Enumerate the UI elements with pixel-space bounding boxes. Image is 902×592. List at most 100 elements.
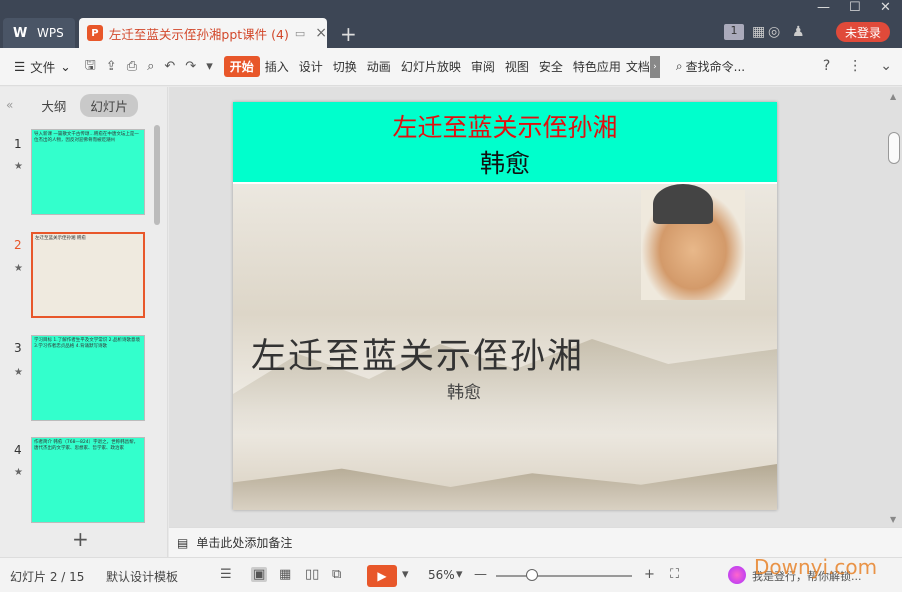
ribbon-scroll-right-icon[interactable]: ›: [649, 55, 660, 78]
wps-home-tab[interactable]: W WPS: [3, 18, 75, 48]
zoom-dropdown-icon[interactable]: ▾: [456, 567, 463, 582]
find-command-label: 查找命令...: [685, 60, 746, 74]
watermark-text: Downyi.com: [754, 555, 878, 579]
slide-thumbnail[interactable]: 导入新课 一篇散文千古传颂…韩愈在中唐文坛上是一位杰出的人物，因反对迎佛骨而被贬…: [31, 129, 145, 215]
close-window-icon[interactable]: ✕: [880, 0, 891, 15]
tab-security[interactable]: 安全: [534, 58, 568, 75]
mountain-shape: [233, 464, 777, 510]
maximize-icon[interactable]: ☐: [849, 0, 861, 15]
normal-view-icon[interactable]: ▣: [251, 567, 268, 582]
ribbon-toolbar: ☰ 文件 ⌄ 🖫 ⇪ ⎙ ⌕ ↶ ↷ ▾ 开始 插入 设计 切换 动画 幻灯片放…: [0, 48, 902, 86]
slide-thumbnail[interactable]: 作者简介 韩愈（768—824）字退之，世称韩昌黎，唐代杰出的文学家、思想家、哲…: [31, 437, 145, 523]
undo-icon[interactable]: ↶: [164, 59, 175, 74]
new-tab-button[interactable]: +: [340, 22, 357, 46]
quick-access-dropdown-icon[interactable]: ▾: [206, 59, 213, 74]
thumbnail-text: 学习目标 1.了解作者生平及文学常识 2.品析诗歌意境 3.学习作者忠贞品格 4…: [34, 338, 140, 349]
monitor-icon[interactable]: ▭: [295, 27, 305, 40]
tab-slides[interactable]: 幻灯片: [80, 93, 138, 117]
export-icon[interactable]: ⇪: [106, 59, 117, 74]
poet-hat: [653, 184, 713, 224]
tab-outline[interactable]: 大纲: [31, 94, 76, 117]
tab-review[interactable]: 审阅: [466, 58, 500, 75]
slide-number: 4: [14, 443, 22, 457]
scroll-up-icon[interactable]: ▲: [890, 92, 896, 101]
panel-tabs: « 大纲 幻灯片: [0, 87, 167, 123]
notes-icon: ▤: [177, 535, 189, 550]
notes-toggle-icon[interactable]: ☰: [220, 567, 232, 582]
star-icon: ★: [14, 367, 23, 378]
presenter-view-icon[interactable]: ⧉: [332, 567, 341, 582]
tab-home[interactable]: 开始: [223, 56, 260, 77]
zoom-level[interactable]: 56%: [428, 568, 455, 582]
thumbnail-text: 左迁至蓝关示侄孙湘 韩愈: [35, 236, 86, 241]
find-command-search[interactable]: ⌕ 查找命令...: [676, 58, 745, 75]
presentation-icon: P: [87, 25, 103, 41]
current-slide[interactable]: 左迁至蓝关示侄孙湘 韩愈 左迁至蓝关示侄孙湘 韩愈: [233, 102, 777, 510]
grid-icon[interactable]: ▦: [752, 24, 765, 40]
design-template-label[interactable]: 默认设计模板: [106, 568, 178, 585]
close-tab-icon[interactable]: ×: [315, 25, 327, 41]
tab-transition[interactable]: 切换: [328, 58, 362, 75]
notes-placeholder: 单击此处添加备注: [196, 536, 293, 550]
slide-title[interactable]: 左迁至蓝关示侄孙湘: [233, 108, 777, 144]
panel-scrollbar[interactable]: [154, 125, 160, 225]
tab-view[interactable]: 视图: [500, 58, 534, 75]
assistant-icon[interactable]: [728, 566, 746, 584]
window-count-badge[interactable]: 1: [724, 24, 744, 40]
minimize-icon[interactable]: —: [817, 0, 830, 15]
settings-icon[interactable]: ◎: [768, 24, 780, 40]
collapse-ribbon-icon[interactable]: ⌄: [880, 58, 892, 74]
tab-design[interactable]: 设计: [294, 58, 328, 75]
login-button[interactable]: 未登录: [836, 22, 890, 42]
star-icon: ★: [14, 161, 23, 172]
tab-slideshow[interactable]: 幻灯片放映: [396, 58, 466, 75]
ribbon-right-tools: ? ⋮ ⌄: [823, 58, 892, 74]
wps-logo-icon: W: [13, 26, 28, 41]
star-icon: ★: [14, 263, 23, 274]
slide-author[interactable]: 韩愈: [233, 144, 777, 180]
zoom-in-icon[interactable]: +: [644, 567, 655, 582]
preview-icon[interactable]: ⌕: [147, 59, 154, 74]
play-slideshow-button[interactable]: ▶: [367, 565, 397, 587]
add-slide-button[interactable]: +: [72, 527, 89, 551]
ribbon-tabs: 开始 插入 设计 切换 动画 幻灯片放映 审阅 视图 安全 特色应用 文档 ›: [223, 55, 660, 78]
tab-animation[interactable]: 动画: [362, 58, 396, 75]
tab-insert[interactable]: 插入: [260, 58, 294, 75]
slide-canvas: 左迁至蓝关示侄孙湘 韩愈 左迁至蓝关示侄孙湘 韩愈: [169, 87, 902, 527]
scroll-down-icon[interactable]: ▼: [890, 515, 896, 524]
help-icon[interactable]: ?: [823, 58, 830, 74]
slide-number: 3: [14, 341, 22, 355]
zoom-slider-thumb[interactable]: [526, 569, 538, 581]
painting-title-text: 左迁至蓝关示侄孙湘: [251, 337, 585, 377]
print-icon[interactable]: ⎙: [127, 59, 137, 74]
play-options-chevron-icon[interactable]: ▾: [402, 567, 409, 582]
document-tab[interactable]: P 左迁至蓝关示侄孙湘ppt课件 (4) ▭ ×: [79, 18, 327, 48]
slides-panel: « 大纲 幻灯片 1 ★ 导入新课 一篇散文千古传颂…韩愈在中唐文坛上是一位杰出…: [0, 87, 168, 557]
tab-special[interactable]: 特色应用: [568, 58, 626, 75]
zoom-slider-track[interactable]: [496, 575, 632, 577]
notes-area[interactable]: ▤ 单击此处添加备注: [169, 527, 902, 557]
more-options-icon[interactable]: ⋮: [848, 58, 862, 74]
search-icon: ⌕: [675, 59, 683, 73]
canvas-scrollbar[interactable]: [888, 132, 900, 164]
file-menu-button[interactable]: ☰ 文件 ⌄: [0, 57, 71, 76]
wps-tab-label: WPS: [37, 26, 64, 40]
star-icon: ★: [14, 467, 23, 478]
document-tab-title: 左迁至蓝关示侄孙湘ppt课件 (4): [108, 26, 289, 42]
save-icon[interactable]: 🖫: [85, 56, 96, 78]
zoom-out-icon[interactable]: —: [474, 567, 487, 582]
slide-thumbnail[interactable]: 学习目标 1.了解作者生平及文学常识 2.品析诗歌意境 3.学习作者忠贞品格 4…: [31, 335, 145, 421]
skin-icon[interactable]: ♟: [792, 24, 805, 40]
slide-counter: 幻灯片 2 / 15: [10, 570, 85, 584]
collapse-panel-icon[interactable]: «: [6, 98, 13, 112]
fit-window-icon[interactable]: ⛶: [670, 567, 679, 582]
thumbnail-text: 导入新课 一篇散文千古传颂…韩愈在中唐文坛上是一位杰出的人物，因反对迎佛骨而被贬…: [34, 132, 139, 143]
hamburger-icon: ☰: [14, 59, 26, 74]
reading-view-icon[interactable]: ▯▯: [305, 567, 319, 582]
redo-icon[interactable]: ↷: [185, 59, 196, 74]
slide-sorter-icon[interactable]: ▦: [279, 567, 291, 582]
tab-document[interactable]: 文档: [626, 58, 650, 75]
slide-thumbnail-selected[interactable]: 左迁至蓝关示侄孙湘 韩愈: [31, 232, 145, 318]
slide-number: 1: [14, 137, 22, 151]
slide-number: 2: [14, 238, 22, 252]
